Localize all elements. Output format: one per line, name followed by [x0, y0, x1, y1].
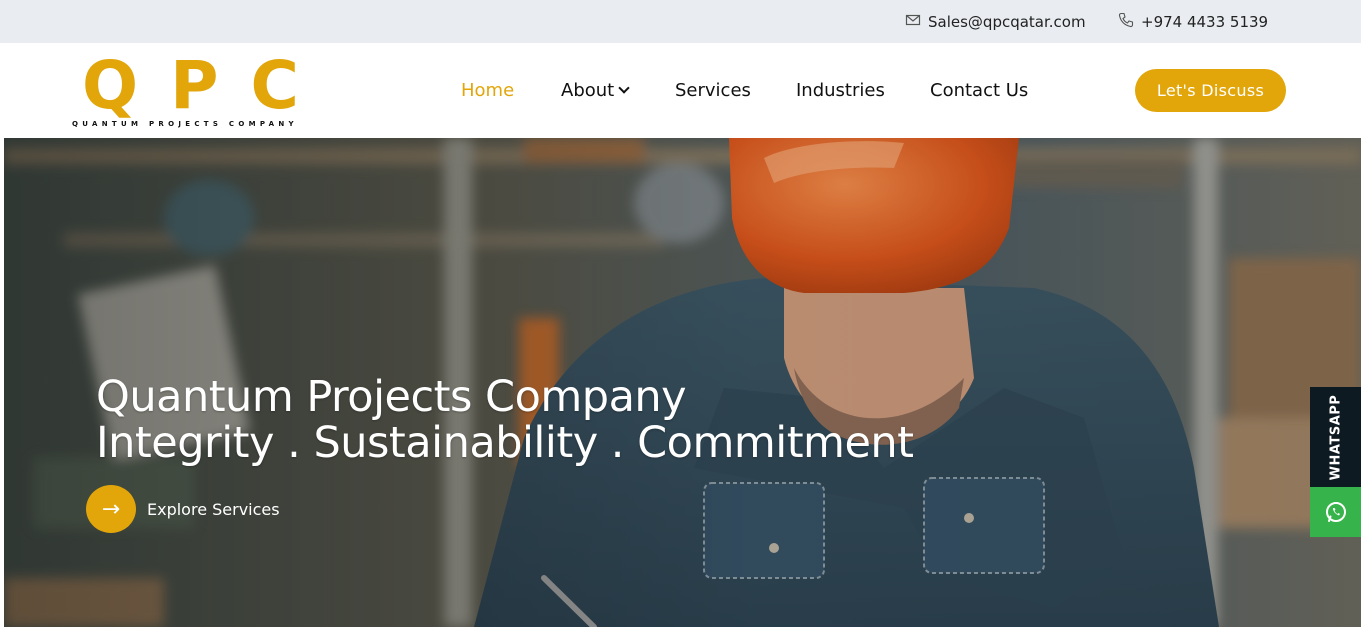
nav-about[interactable]: About	[561, 43, 630, 138]
nav-services[interactable]: Services	[675, 43, 751, 138]
explore-services-button[interactable]: → Explore Services	[86, 485, 280, 533]
logo-letter-p: P	[170, 47, 219, 124]
phone-icon	[1118, 12, 1134, 32]
hero-title-line-2: Integrity . Sustainability . Commitment	[96, 418, 914, 468]
nav-industries-label: Industries	[796, 80, 885, 101]
whatsapp-icon[interactable]	[1310, 487, 1361, 537]
top-contact-bar: Sales@qpcqatar.com +974 4433 5139	[0, 0, 1361, 43]
nav-about-label: About	[561, 80, 615, 101]
logo-mark: Q P C	[82, 53, 299, 119]
logo[interactable]: Q P C QUANTUM PROJECTS COMPANY	[72, 51, 299, 131]
email-link[interactable]: Sales@qpcqatar.com	[905, 0, 1086, 43]
chevron-down-icon	[618, 82, 630, 94]
hero-title: Quantum Projects Company Integrity . Sus…	[96, 374, 914, 466]
hero-title-line-1: Quantum Projects Company	[96, 372, 687, 422]
logo-subtitle: QUANTUM PROJECTS COMPANY	[72, 120, 298, 128]
email-text: Sales@qpcqatar.com	[928, 12, 1086, 31]
whatsapp-label: WHATSAPP	[1328, 394, 1343, 480]
nav-contact-label: Contact Us	[930, 80, 1029, 101]
logo-letter-c: C	[250, 47, 299, 124]
nav-contact-us[interactable]: Contact Us	[930, 43, 1028, 138]
site-header: Q P C QUANTUM PROJECTS COMPANY Home Abou…	[0, 43, 1361, 138]
nav-home-label: Home	[461, 80, 515, 101]
whatsapp-side-tab[interactable]: WHATSAPP	[1310, 387, 1361, 487]
explore-services-label: Explore Services	[147, 499, 280, 519]
arrow-right-icon: →	[86, 485, 136, 533]
lets-discuss-button[interactable]: Let's Discuss	[1135, 69, 1286, 112]
nav-industries[interactable]: Industries	[796, 43, 885, 138]
envelope-icon	[905, 12, 921, 32]
nav-services-label: Services	[675, 80, 751, 101]
phone-link[interactable]: +974 4433 5139	[1118, 0, 1268, 43]
nav-home[interactable]: Home	[461, 43, 514, 138]
phone-text: +974 4433 5139	[1141, 12, 1269, 31]
hero-banner: Quantum Projects Company Integrity . Sus…	[4, 138, 1361, 627]
logo-letter-q: Q	[82, 47, 139, 124]
